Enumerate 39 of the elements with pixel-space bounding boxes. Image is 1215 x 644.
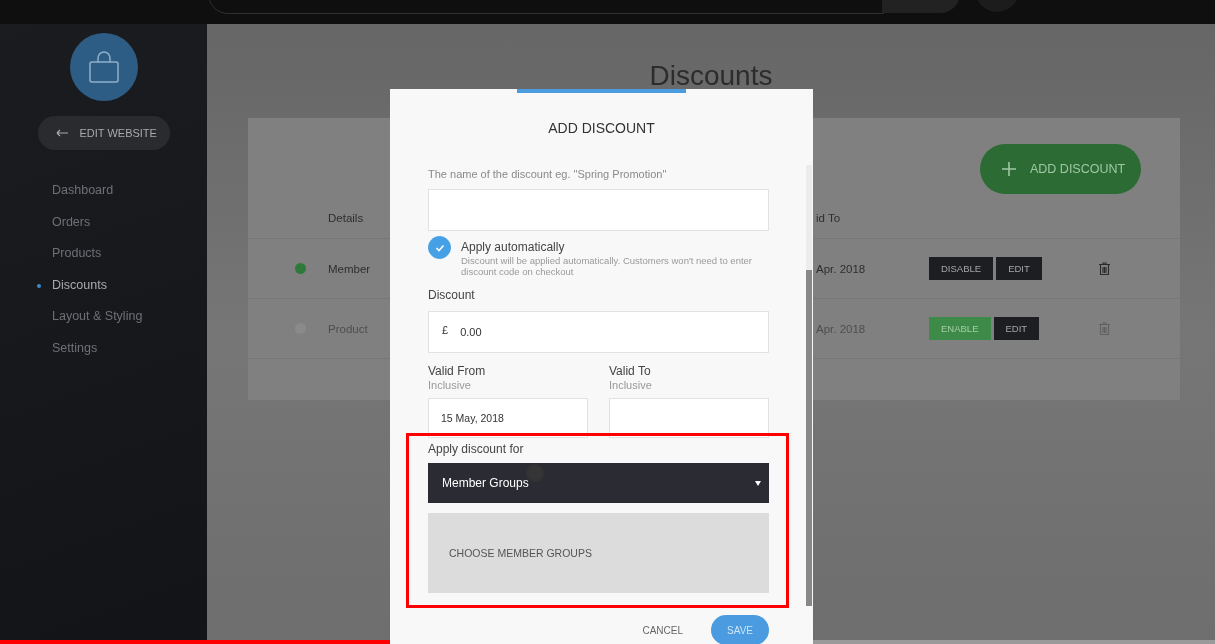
toggle-button[interactable]: DISABLE (929, 257, 994, 280)
apply-for-dropdown[interactable]: Member Groups (428, 463, 769, 503)
field-hint: Inclusive (428, 379, 472, 391)
column-header: id To (816, 212, 841, 224)
edit-button[interactable]: EDIT (993, 317, 1040, 340)
shopping-bag-icon (87, 50, 120, 84)
field-label: Apply discount for (428, 442, 525, 456)
plus-icon (1002, 162, 1016, 176)
field-hint: Inclusive (609, 379, 653, 391)
nav-item[interactable]: Orders (0, 206, 207, 238)
edit-website-button[interactable]: EDIT WEBSITE (37, 116, 170, 150)
nav-item[interactable]: Layout & Styling (0, 301, 207, 333)
field-label: Valid To (609, 364, 652, 378)
field-label: Valid From (428, 364, 487, 378)
caret-icon (755, 480, 761, 486)
column-header: Details (328, 212, 364, 224)
checkmark-icon (434, 243, 445, 252)
table-cell: Apr. 2018 (816, 262, 866, 275)
discount-amount-field[interactable]: £ 0.00 (428, 311, 769, 353)
dialog-title: ADD DISCOUNT (547, 120, 656, 138)
page-title: Discounts (648, 60, 774, 93)
checkbox-label: Apply automatically (461, 240, 566, 254)
trash-icon[interactable] (1099, 262, 1110, 275)
discount-name-field[interactable] (428, 189, 769, 231)
nav-item[interactable]: Products (0, 238, 207, 270)
nav-item[interactable]: Settings (0, 332, 207, 364)
edit-button[interactable]: EDIT (996, 257, 1042, 280)
arrow-left-icon (55, 129, 68, 137)
cancel-button[interactable]: CANCEL (636, 623, 689, 637)
checkbox-hint: Discount will be applied automatically. Customers won't need to enter discount code on checkout (461, 255, 753, 277)
nav-item[interactable]: Discounts (0, 269, 207, 301)
add-discount-button[interactable]: ADD DISCOUNT (980, 144, 1141, 194)
valid-from-field[interactable]: 15 May, 2018 (428, 398, 588, 438)
table-cell: Member (328, 262, 371, 275)
checkbox[interactable] (428, 236, 451, 259)
field-hint: The name of the discount eg. "Spring Promotion" (428, 168, 668, 180)
field-label: Discount (428, 288, 476, 302)
choose-member-groups-button[interactable]: CHOOSE MEMBER GROUPS (428, 513, 769, 593)
nav-item[interactable]: Dashboard (0, 175, 207, 207)
